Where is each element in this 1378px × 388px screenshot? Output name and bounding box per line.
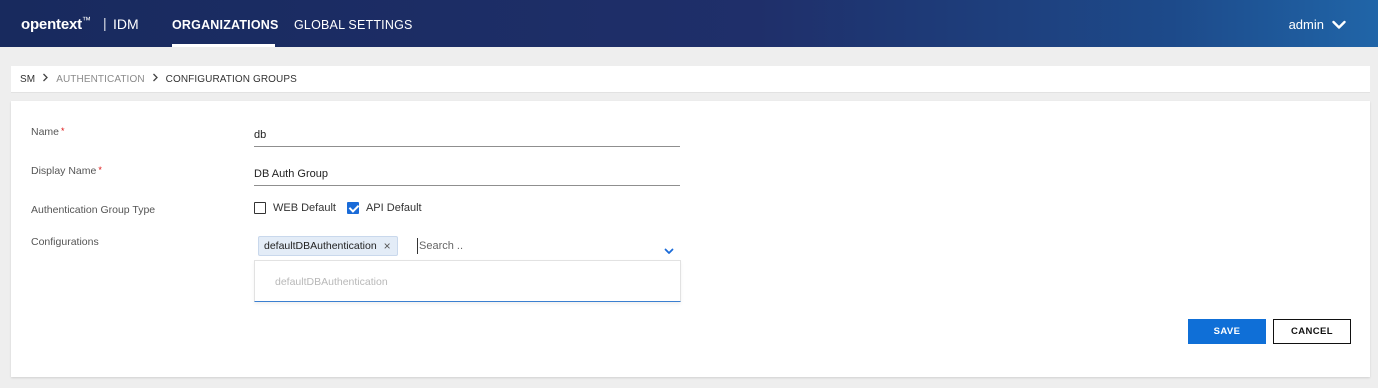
opentext-logo[interactable]: opentext™ — [21, 15, 91, 33]
required-marker: * — [61, 126, 65, 136]
group-type-label: Authentication Group Type — [31, 204, 156, 216]
logo-separator: | — [103, 15, 107, 31]
api-default-checkbox[interactable] — [346, 202, 359, 214]
logo-text: opentext — [21, 16, 82, 33]
product-name: IDM — [113, 16, 139, 32]
nav-global-settings[interactable]: GLOBAL SETTINGS — [294, 18, 413, 32]
chip-label: defaultDBAuthentication — [264, 240, 377, 252]
nav-organizations[interactable]: ORGANIZATIONS — [172, 18, 279, 32]
logo-trademark: ™ — [81, 15, 91, 25]
configurations-label: Configurations — [31, 236, 99, 248]
name-label: Name * — [31, 126, 65, 138]
cancel-button[interactable]: CANCEL — [1273, 319, 1351, 344]
configurations-multiselect[interactable]: defaultDBAuthentication × — [254, 234, 680, 258]
close-icon[interactable]: × — [384, 240, 391, 252]
form-panel: Name * db Display Name * DB Auth Group Aut… — [11, 101, 1370, 377]
configurations-dropdown: defaultDBAuthentication — [254, 260, 681, 302]
chevron-down-icon — [1332, 20, 1346, 30]
chevron-down-icon[interactable] — [664, 242, 674, 260]
required-marker: * — [98, 165, 102, 175]
web-default-label[interactable]: WEB Default — [273, 202, 336, 214]
save-button[interactable]: SAVE — [1188, 319, 1266, 344]
breadcrumb: SM AUTHENTICATION CONFIGURATION GROUPS — [11, 66, 1370, 93]
search-input[interactable] — [417, 238, 647, 254]
top-header: opentext™ | IDM ORGANIZATIONS GLOBAL SET… — [0, 0, 1378, 47]
api-default-label[interactable]: API Default — [366, 202, 422, 214]
display-name-label-text: Display Name — [31, 165, 97, 177]
chevron-right-icon — [152, 73, 159, 85]
breadcrumb-configuration-groups: CONFIGURATION GROUPS — [165, 73, 297, 85]
user-menu[interactable]: admin — [1289, 17, 1346, 32]
name-field[interactable]: db — [254, 123, 680, 147]
nav-active-indicator — [172, 44, 275, 47]
user-name: admin — [1288, 17, 1324, 32]
name-label-text: Name — [31, 126, 60, 138]
dropdown-option[interactable]: defaultDBAuthentication — [275, 276, 388, 288]
chevron-right-icon — [42, 73, 49, 85]
selected-chip: defaultDBAuthentication × — [258, 236, 398, 256]
breadcrumb-sm[interactable]: SM — [20, 74, 35, 85]
breadcrumb-authentication[interactable]: AUTHENTICATION — [56, 74, 144, 85]
web-default-checkbox[interactable] — [254, 202, 266, 214]
group-type-options: WEB Default API Default — [254, 202, 433, 214]
display-name-label: Display Name * — [31, 165, 102, 177]
display-name-field[interactable]: DB Auth Group — [254, 162, 680, 186]
